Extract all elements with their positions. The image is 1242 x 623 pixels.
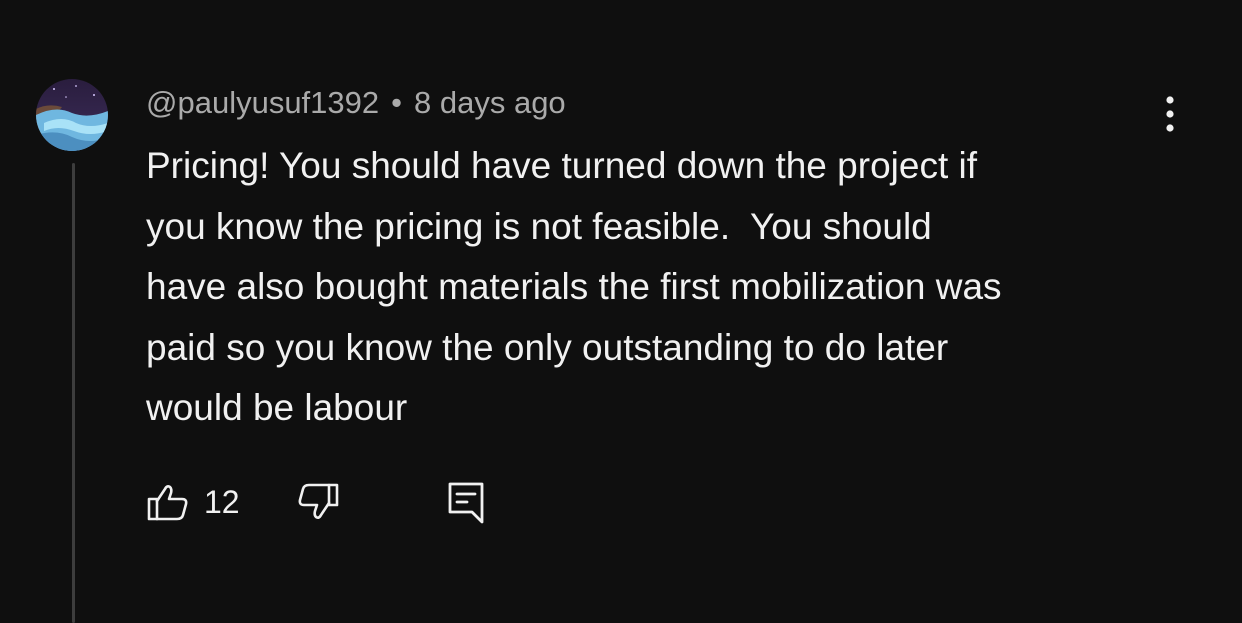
comment-text: Pricing! You should have turned down the… (146, 145, 1002, 428)
avatar-image (36, 79, 108, 151)
header-separator: • (391, 85, 402, 120)
like-count: 12 (204, 483, 240, 520)
thumbs-up-icon (147, 485, 188, 521)
more-vertical-icon (1166, 96, 1174, 132)
thread-line (72, 163, 75, 623)
comment-header: @paulyusuf1392 • 8 days ago (146, 82, 566, 124)
avatar[interactable] (36, 79, 108, 151)
thumbs-down-icon (298, 483, 339, 519)
reply-button[interactable] (446, 478, 494, 526)
author-name[interactable]: @paulyusuf1392 (146, 85, 379, 121)
dislike-button[interactable] (296, 478, 446, 526)
reply-comment-icon (448, 482, 484, 524)
comment-actions: 12 (146, 478, 494, 526)
comment-timestamp[interactable]: 8 days ago (414, 85, 566, 121)
like-button[interactable]: 12 (146, 478, 296, 526)
more-options-button[interactable] (1150, 94, 1190, 134)
